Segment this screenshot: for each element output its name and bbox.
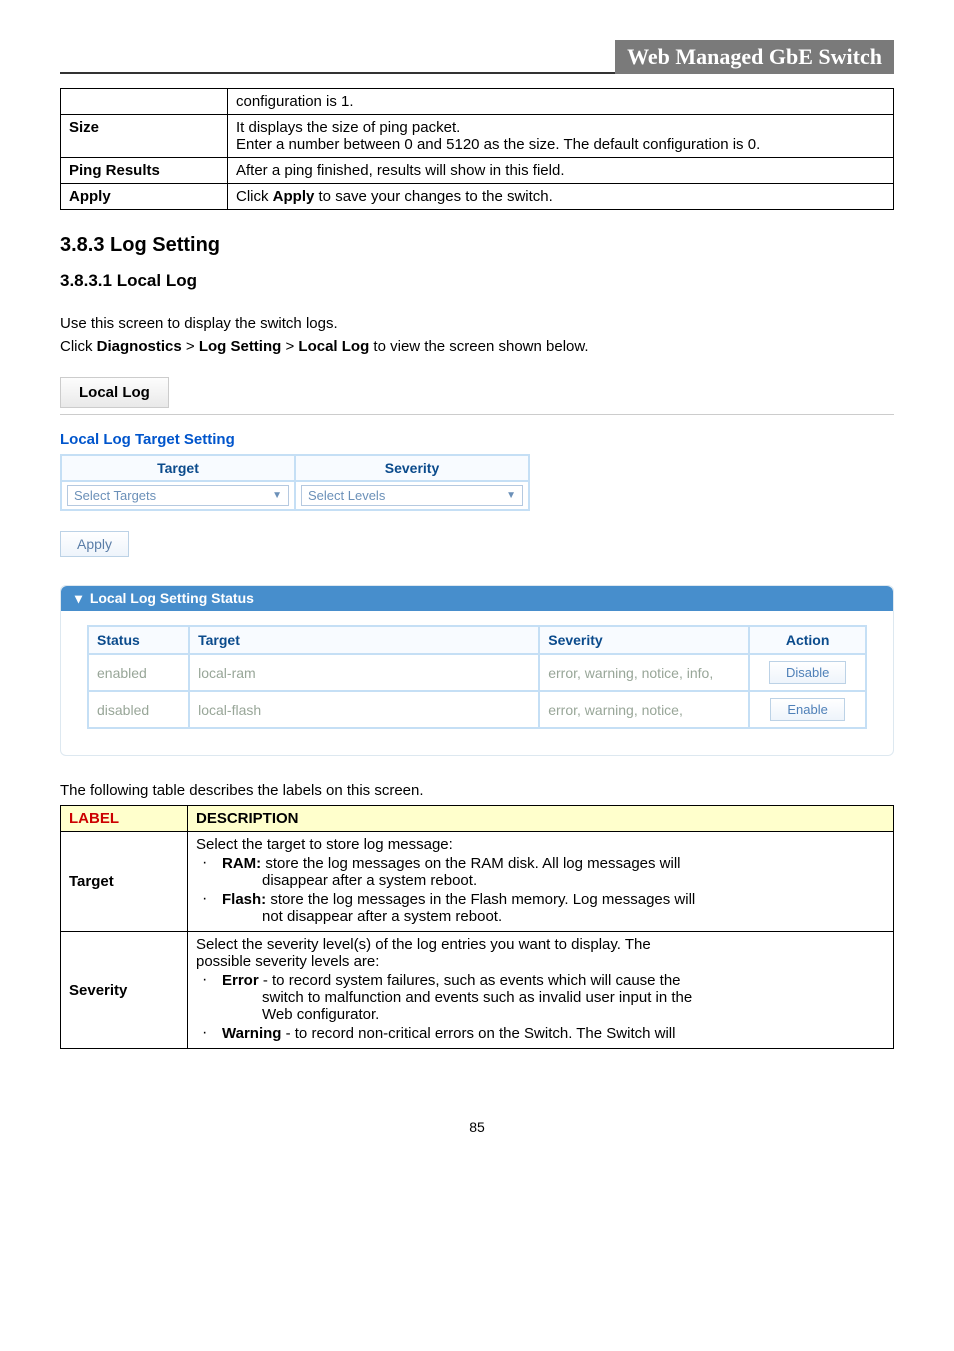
page-number: 85 — [60, 1119, 894, 1135]
text: to view the screen shown below. — [369, 338, 588, 355]
text: store the log messages in the Flash memo… — [266, 891, 695, 908]
desc-bullet: Error - to record system failures, such … — [218, 972, 885, 1023]
col-header-desc: DESCRIPTION — [188, 806, 894, 832]
indent-text: not disappear after a system reboot. — [222, 908, 885, 925]
cell-line: It displays the size of ping packet. — [236, 119, 885, 136]
cell-severity: error, warning, notice, — [539, 691, 749, 728]
indent-text: disappear after a system reboot. — [222, 872, 885, 889]
select-value: Select Targets — [74, 488, 156, 503]
desc-bullet: Warning - to record non-critical errors … — [218, 1025, 885, 1042]
cell-target: local-flash — [189, 691, 539, 728]
table-row: Size It displays the size of ping packet… — [61, 115, 894, 158]
cell-action: Enable — [749, 691, 866, 728]
cell-text: Click — [236, 188, 273, 205]
chevron-down-icon: ▼ — [272, 490, 282, 501]
indent-text: Web configurator. — [222, 1006, 885, 1023]
select-targets-dropdown[interactable]: Select Targets ▼ — [67, 485, 289, 506]
local-log-status-panel: ▾ Local Log Setting Status Status Target… — [60, 585, 894, 756]
table-row: enabled local-ram error, warning, notice… — [88, 654, 866, 691]
breadcrumb-part: Log Setting — [199, 338, 282, 355]
page-header: Web Managed GbE Switch — [60, 40, 894, 74]
cell-text: to save your changes to the switch. — [314, 188, 552, 205]
bold-term: Error — [222, 972, 259, 989]
intro-paragraph: Click Diagnostics > Log Setting > Local … — [60, 338, 894, 355]
col-header-label: LABEL — [61, 806, 188, 832]
breadcrumb-part: Local Log — [298, 338, 369, 355]
cell-bold: Apply — [273, 188, 315, 205]
cell-status: enabled — [88, 654, 189, 691]
apply-button[interactable]: Apply — [60, 531, 129, 557]
cell-label — [61, 89, 228, 115]
cell: Select Targets ▼ — [61, 481, 295, 510]
local-log-target-form: Target Severity Select Targets ▼ Select … — [60, 454, 530, 511]
col-header-target: Target — [61, 455, 295, 481]
desc-line: Select the target to store log message: — [196, 836, 885, 853]
ping-config-table: configuration is 1. Size It displays the… — [60, 88, 894, 210]
text: store the log messages on the RAM disk. … — [261, 855, 680, 872]
cell-label: Apply — [61, 184, 228, 210]
cell-line: Enter a number between 0 and 5120 as the… — [236, 136, 885, 153]
divider — [60, 414, 894, 415]
bold-term: RAM: — [222, 855, 261, 872]
text: > — [182, 338, 199, 355]
enable-button[interactable]: Enable — [770, 698, 844, 721]
cell-value: It displays the size of ping packet. Ent… — [228, 115, 894, 158]
subsection-heading: 3.8.3.1 Local Log — [60, 271, 894, 291]
status-table: Status Target Severity Action enabled lo… — [87, 625, 867, 729]
cell-action: Disable — [749, 654, 866, 691]
row-label: Target — [61, 832, 188, 932]
desc-bullet: RAM: store the log messages on the RAM d… — [218, 855, 885, 889]
col-header-severity: Severity — [539, 626, 749, 654]
table-row: disabled local-flash error, warning, not… — [88, 691, 866, 728]
bold-term: Flash: — [222, 891, 266, 908]
table-row: Ping Results After a ping finished, resu… — [61, 158, 894, 184]
text: > — [281, 338, 298, 355]
chevron-down-icon: ▼ — [506, 490, 516, 501]
breadcrumb-part: Diagnostics — [97, 338, 182, 355]
description-table: LABEL DESCRIPTION Target Select the targ… — [60, 805, 894, 1049]
cell-value: Click Apply to save your changes to the … — [228, 184, 894, 210]
select-value: Select Levels — [308, 488, 385, 503]
table-row: Target Select the target to store log me… — [61, 832, 894, 932]
table-row: Severity Select the severity level(s) of… — [61, 932, 894, 1049]
text: - to record system failures, such as eve… — [259, 972, 681, 989]
cell-value: After a ping finished, results will show… — [228, 158, 894, 184]
table-row: Apply Click Apply to save your changes t… — [61, 184, 894, 210]
header-title: Web Managed GbE Switch — [615, 40, 894, 74]
cell: Select Levels ▼ — [295, 481, 529, 510]
desc-bullet: Flash: store the log messages in the Fla… — [218, 891, 885, 925]
col-header-target: Target — [189, 626, 539, 654]
text: - to record non-critical errors on the S… — [281, 1025, 675, 1042]
form-title: Local Log Target Setting — [60, 431, 894, 448]
cell-target: local-ram — [189, 654, 539, 691]
intro-paragraph: Use this screen to display the switch lo… — [60, 315, 894, 332]
cell-value: configuration is 1. — [228, 89, 894, 115]
row-label: Severity — [61, 932, 188, 1049]
cell-label: Ping Results — [61, 158, 228, 184]
desc-line: Select the severity level(s) of the log … — [196, 936, 885, 953]
indent-text: switch to malfunction and events such as… — [222, 989, 885, 1006]
section-heading: 3.8.3 Log Setting — [60, 234, 894, 257]
col-header-action: Action — [749, 626, 866, 654]
cell-status: disabled — [88, 691, 189, 728]
select-levels-dropdown[interactable]: Select Levels ▼ — [301, 485, 523, 506]
row-desc: Select the severity level(s) of the log … — [188, 932, 894, 1049]
desc-line: possible severity levels are: — [196, 953, 885, 970]
bold-term: Warning — [222, 1025, 281, 1042]
desc-caption: The following table describes the labels… — [60, 782, 894, 799]
panel-title: Local Log Setting Status — [90, 590, 254, 606]
local-log-tab[interactable]: Local Log — [60, 377, 169, 408]
row-desc: Select the target to store log message: … — [188, 832, 894, 932]
caret-down-icon: ▾ — [75, 590, 82, 606]
col-header-severity: Severity — [295, 455, 529, 481]
panel-header[interactable]: ▾ Local Log Setting Status — [61, 586, 893, 611]
table-row: configuration is 1. — [61, 89, 894, 115]
text: Click — [60, 338, 97, 355]
col-header-status: Status — [88, 626, 189, 654]
cell-severity: error, warning, notice, info, — [539, 654, 749, 691]
disable-button[interactable]: Disable — [769, 661, 846, 684]
cell-label: Size — [61, 115, 228, 158]
